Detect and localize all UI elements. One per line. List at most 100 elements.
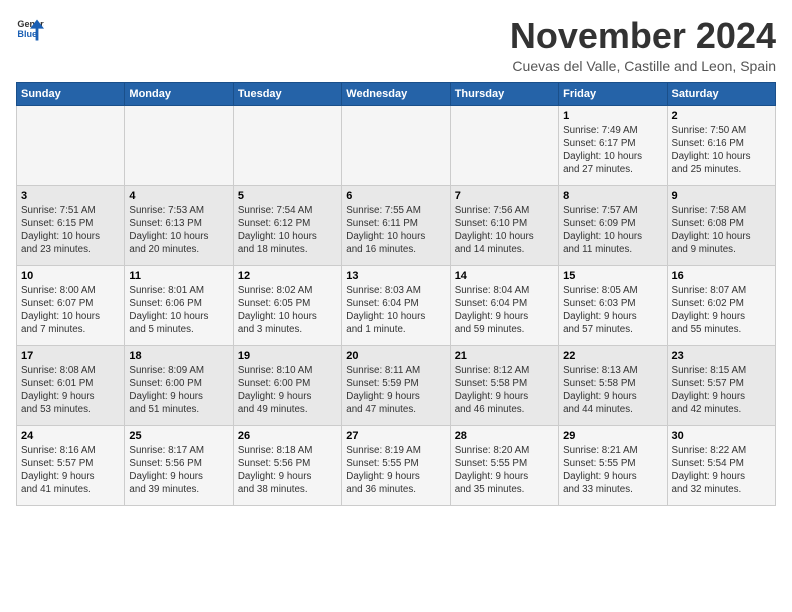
calendar-cell: 24 Sunrise: 8:16 AM Sunset: 5:57 PM Dayli… xyxy=(17,425,125,505)
day-info: Sunrise: 8:05 AM Sunset: 6:03 PM Dayligh… xyxy=(563,284,662,337)
calendar-cell: 21Sunrise: 8:12 AM Sunset: 5:58 PM Dayli… xyxy=(450,345,558,425)
day-info: Sunrise: 8:22 AM Sunset: 5:54 PM Dayligh… xyxy=(672,444,771,497)
calendar-cell: 30 Sunrise: 8:22 AM Sunset: 5:54 PM Dayli… xyxy=(667,425,775,505)
day-info: Sunrise: 8:07 AM Sunset: 6:02 PM Dayligh… xyxy=(672,284,771,337)
day-info: Sunrise: 8:01 AM Sunset: 6:06 PM Dayligh… xyxy=(129,284,228,337)
calendar-cell: 26 Sunrise: 8:18 AM Sunset: 5:56 PM Dayli… xyxy=(233,425,341,505)
day-number: 13 xyxy=(346,270,445,282)
day-number: 8 xyxy=(563,190,662,202)
title-block: November 2024 Cuevas del Valle, Castille… xyxy=(510,16,776,74)
day-info: Sunrise: 7:55 AM Sunset: 6:11 PM Dayligh… xyxy=(346,204,445,257)
day-number: 6 xyxy=(346,190,445,202)
day-info: Sunrise: 7:54 AM Sunset: 6:12 PM Dayligh… xyxy=(238,204,337,257)
day-info: Sunrise: 8:13 AM Sunset: 5:58 PM Dayligh… xyxy=(563,364,662,417)
calendar-cell xyxy=(17,105,125,185)
week-row-1: 1 Sunrise: 7:49 AM Sunset: 6:17 PM Daylig… xyxy=(17,105,776,185)
week-row-2: 3Sunrise: 7:51 AM Sunset: 6:15 PM Daylig… xyxy=(17,185,776,265)
weekday-header-saturday: Saturday xyxy=(667,82,775,105)
day-number: 22 xyxy=(563,350,662,362)
calendar-cell: 10 Sunrise: 8:00 AM Sunset: 6:07 PM Dayli… xyxy=(17,265,125,345)
calendar-cell: 29 Sunrise: 8:21 AM Sunset: 5:55 PM Dayli… xyxy=(559,425,667,505)
day-number: 7 xyxy=(455,190,554,202)
day-number: 25 xyxy=(129,430,228,442)
week-row-5: 24 Sunrise: 8:16 AM Sunset: 5:57 PM Dayli… xyxy=(17,425,776,505)
day-info: Sunrise: 7:56 AM Sunset: 6:10 PM Dayligh… xyxy=(455,204,554,257)
day-number: 5 xyxy=(238,190,337,202)
day-number: 4 xyxy=(129,190,228,202)
weekday-header-row: SundayMondayTuesdayWednesdayThursdayFrid… xyxy=(17,82,776,105)
day-info: Sunrise: 8:09 AM Sunset: 6:00 PM Dayligh… xyxy=(129,364,228,417)
day-info: Sunrise: 7:58 AM Sunset: 6:08 PM Dayligh… xyxy=(672,204,771,257)
calendar-cell: 1 Sunrise: 7:49 AM Sunset: 6:17 PM Daylig… xyxy=(559,105,667,185)
subtitle: Cuevas del Valle, Castille and Leon, Spa… xyxy=(510,58,776,74)
day-number: 20 xyxy=(346,350,445,362)
weekday-header-friday: Friday xyxy=(559,82,667,105)
svg-text:Blue: Blue xyxy=(17,29,37,39)
day-number: 19 xyxy=(238,350,337,362)
day-number: 11 xyxy=(129,270,228,282)
day-number: 29 xyxy=(563,430,662,442)
day-info: Sunrise: 7:53 AM Sunset: 6:13 PM Dayligh… xyxy=(129,204,228,257)
day-info: Sunrise: 8:16 AM Sunset: 5:57 PM Dayligh… xyxy=(21,444,120,497)
day-number: 1 xyxy=(563,110,662,122)
day-info: Sunrise: 8:17 AM Sunset: 5:56 PM Dayligh… xyxy=(129,444,228,497)
calendar-cell: 11 Sunrise: 8:01 AM Sunset: 6:06 PM Dayli… xyxy=(125,265,233,345)
day-info: Sunrise: 7:49 AM Sunset: 6:17 PM Dayligh… xyxy=(563,124,662,177)
week-row-4: 17 Sunrise: 8:08 AM Sunset: 6:01 PM Dayli… xyxy=(17,345,776,425)
weekday-header-sunday: Sunday xyxy=(17,82,125,105)
day-number: 28 xyxy=(455,430,554,442)
calendar-cell: 14Sunrise: 8:04 AM Sunset: 6:04 PM Dayli… xyxy=(450,265,558,345)
calendar-cell: 16 Sunrise: 8:07 AM Sunset: 6:02 PM Dayli… xyxy=(667,265,775,345)
calendar-cell xyxy=(450,105,558,185)
calendar-cell: 19Sunrise: 8:10 AM Sunset: 6:00 PM Dayli… xyxy=(233,345,341,425)
day-number: 16 xyxy=(672,270,771,282)
day-info: Sunrise: 8:11 AM Sunset: 5:59 PM Dayligh… xyxy=(346,364,445,417)
day-info: Sunrise: 8:19 AM Sunset: 5:55 PM Dayligh… xyxy=(346,444,445,497)
day-number: 15 xyxy=(563,270,662,282)
logo-icon: General Blue xyxy=(16,16,44,44)
calendar-cell: 2Sunrise: 7:50 AM Sunset: 6:16 PM Daylig… xyxy=(667,105,775,185)
logo: General Blue xyxy=(16,16,44,44)
calendar-cell xyxy=(342,105,450,185)
calendar-table: SundayMondayTuesdayWednesdayThursdayFrid… xyxy=(16,82,776,506)
calendar-cell: 23 Sunrise: 8:15 AM Sunset: 5:57 PM Dayli… xyxy=(667,345,775,425)
day-info: Sunrise: 8:15 AM Sunset: 5:57 PM Dayligh… xyxy=(672,364,771,417)
day-info: Sunrise: 8:03 AM Sunset: 6:04 PM Dayligh… xyxy=(346,284,445,337)
day-info: Sunrise: 8:00 AM Sunset: 6:07 PM Dayligh… xyxy=(21,284,120,337)
day-number: 23 xyxy=(672,350,771,362)
day-info: Sunrise: 8:20 AM Sunset: 5:55 PM Dayligh… xyxy=(455,444,554,497)
calendar-cell: 12Sunrise: 8:02 AM Sunset: 6:05 PM Dayli… xyxy=(233,265,341,345)
weekday-header-wednesday: Wednesday xyxy=(342,82,450,105)
calendar-cell: 13 Sunrise: 8:03 AM Sunset: 6:04 PM Dayli… xyxy=(342,265,450,345)
day-number: 26 xyxy=(238,430,337,442)
day-info: Sunrise: 8:21 AM Sunset: 5:55 PM Dayligh… xyxy=(563,444,662,497)
weekday-header-tuesday: Tuesday xyxy=(233,82,341,105)
day-number: 10 xyxy=(21,270,120,282)
day-number: 27 xyxy=(346,430,445,442)
calendar-cell: 5 Sunrise: 7:54 AM Sunset: 6:12 PM Daylig… xyxy=(233,185,341,265)
day-number: 3 xyxy=(21,190,120,202)
calendar-cell xyxy=(125,105,233,185)
calendar-cell: 3Sunrise: 7:51 AM Sunset: 6:15 PM Daylig… xyxy=(17,185,125,265)
calendar-cell: 9Sunrise: 7:58 AM Sunset: 6:08 PM Daylig… xyxy=(667,185,775,265)
calendar-cell: 8 Sunrise: 7:57 AM Sunset: 6:09 PM Daylig… xyxy=(559,185,667,265)
month-title: November 2024 xyxy=(510,16,776,56)
day-number: 17 xyxy=(21,350,120,362)
calendar-cell xyxy=(233,105,341,185)
calendar-cell: 6 Sunrise: 7:55 AM Sunset: 6:11 PM Daylig… xyxy=(342,185,450,265)
day-info: Sunrise: 8:08 AM Sunset: 6:01 PM Dayligh… xyxy=(21,364,120,417)
header: General Blue November 2024 Cuevas del Va… xyxy=(16,16,776,74)
day-number: 30 xyxy=(672,430,771,442)
calendar-cell: 15 Sunrise: 8:05 AM Sunset: 6:03 PM Dayli… xyxy=(559,265,667,345)
calendar-cell: 28 Sunrise: 8:20 AM Sunset: 5:55 PM Dayli… xyxy=(450,425,558,505)
day-info: Sunrise: 8:02 AM Sunset: 6:05 PM Dayligh… xyxy=(238,284,337,337)
weekday-header-monday: Monday xyxy=(125,82,233,105)
calendar-cell: 25 Sunrise: 8:17 AM Sunset: 5:56 PM Dayli… xyxy=(125,425,233,505)
day-info: Sunrise: 7:50 AM Sunset: 6:16 PM Dayligh… xyxy=(672,124,771,177)
day-info: Sunrise: 8:18 AM Sunset: 5:56 PM Dayligh… xyxy=(238,444,337,497)
calendar-cell: 4 Sunrise: 7:53 AM Sunset: 6:13 PM Daylig… xyxy=(125,185,233,265)
calendar-cell: 20 Sunrise: 8:11 AM Sunset: 5:59 PM Dayli… xyxy=(342,345,450,425)
calendar-cell: 22 Sunrise: 8:13 AM Sunset: 5:58 PM Dayli… xyxy=(559,345,667,425)
day-info: Sunrise: 7:57 AM Sunset: 6:09 PM Dayligh… xyxy=(563,204,662,257)
day-number: 24 xyxy=(21,430,120,442)
